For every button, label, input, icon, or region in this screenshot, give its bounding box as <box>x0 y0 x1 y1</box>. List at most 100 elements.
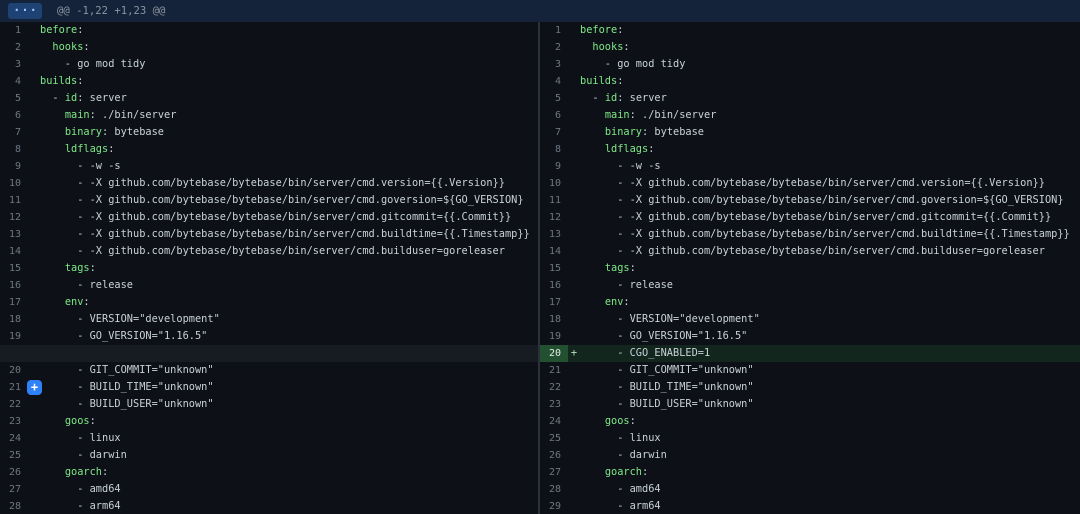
code-line: builds: <box>580 73 1080 90</box>
line-number[interactable]: 2 <box>540 39 568 56</box>
line-number[interactable]: 7 <box>540 124 568 141</box>
line-number[interactable]: 6 <box>0 107 28 124</box>
line-number[interactable]: 25 <box>540 430 568 447</box>
line-number[interactable]: 7 <box>0 124 28 141</box>
line-number[interactable]: 13 <box>540 226 568 243</box>
line-number[interactable]: 22 <box>540 379 568 396</box>
code-text: - release <box>40 279 133 291</box>
line-number[interactable]: 20 <box>0 362 28 379</box>
line-number[interactable]: 27 <box>0 481 28 498</box>
line-number[interactable]: 10 <box>540 175 568 192</box>
code-line: - amd64 <box>40 481 538 498</box>
code-text: - GO_VERSION="1.16.5" <box>580 330 747 342</box>
diff-sign <box>568 260 580 277</box>
add-comment-button[interactable]: + <box>27 380 42 395</box>
code-text <box>580 143 605 155</box>
code-text: - -X github.com/bytebase/bytebase/bin/se… <box>580 177 1045 189</box>
line-number[interactable]: 24 <box>0 430 28 447</box>
diff-row: 5 - id: server <box>0 90 538 107</box>
line-number[interactable]: 11 <box>540 192 568 209</box>
diff-row: 20 - GIT_COMMIT="unknown" <box>0 362 538 379</box>
line-number[interactable]: 15 <box>0 260 28 277</box>
code-line: main: ./bin/server <box>40 107 538 124</box>
line-number[interactable]: 10 <box>0 175 28 192</box>
line-number[interactable]: 16 <box>540 277 568 294</box>
line-number[interactable]: 14 <box>0 243 28 260</box>
line-number[interactable]: 8 <box>540 141 568 158</box>
line-number[interactable]: 19 <box>540 328 568 345</box>
line-number[interactable]: 9 <box>0 158 28 175</box>
yaml-key: binary <box>65 126 102 138</box>
line-number[interactable]: 3 <box>540 56 568 73</box>
code-text: - amd64 <box>580 483 661 495</box>
hunk-range-label: @@ -1,22 +1,23 @@ <box>57 5 165 17</box>
line-number[interactable]: 13 <box>0 226 28 243</box>
line-number[interactable]: 19 <box>0 328 28 345</box>
line-number[interactable]: 12 <box>0 209 28 226</box>
code-text: - VERSION="development" <box>40 313 220 325</box>
diff-sign <box>568 328 580 345</box>
line-number[interactable]: 28 <box>0 498 28 514</box>
line-number[interactable]: 29 <box>540 498 568 514</box>
line-number[interactable]: 16 <box>0 277 28 294</box>
line-number[interactable]: 6 <box>540 107 568 124</box>
diff-sign <box>28 464 40 481</box>
line-number[interactable]: 8 <box>0 141 28 158</box>
line-number[interactable]: 5 <box>0 90 28 107</box>
line-number[interactable]: 26 <box>0 464 28 481</box>
line-number[interactable]: 15 <box>540 260 568 277</box>
code-text: - go mod tidy <box>40 58 145 70</box>
code-line: tags: <box>580 260 1080 277</box>
line-number[interactable]: 18 <box>0 311 28 328</box>
code-text: - go mod tidy <box>580 58 685 70</box>
code-line: - -X github.com/bytebase/bytebase/bin/se… <box>580 192 1080 209</box>
code-line: - -X github.com/bytebase/bytebase/bin/se… <box>580 175 1080 192</box>
line-number[interactable]: 20 <box>540 345 568 362</box>
line-number[interactable]: 25 <box>0 447 28 464</box>
line-number[interactable]: 18 <box>540 311 568 328</box>
code-text: : <box>630 262 636 274</box>
line-number[interactable]: 4 <box>0 73 28 90</box>
code-text: : <box>617 24 623 36</box>
diff-row: 27 - amd64 <box>0 481 538 498</box>
line-number[interactable]: 26 <box>540 447 568 464</box>
line-number[interactable]: 27 <box>540 464 568 481</box>
code-line: goarch: <box>580 464 1080 481</box>
line-number[interactable]: 2 <box>0 39 28 56</box>
code-line: - release <box>40 277 538 294</box>
diff-row: 26 - darwin <box>540 447 1080 464</box>
line-number[interactable]: 22 <box>0 396 28 413</box>
diff-sign <box>28 260 40 277</box>
line-number[interactable]: 9 <box>540 158 568 175</box>
code-text: - -X github.com/bytebase/bytebase/bin/se… <box>40 194 524 206</box>
line-number[interactable]: 1 <box>0 22 28 39</box>
line-number[interactable]: 23 <box>540 396 568 413</box>
line-number[interactable]: 5 <box>540 90 568 107</box>
code-line: - arm64 <box>580 498 1080 514</box>
diff-sign <box>28 498 40 514</box>
line-number[interactable]: 1 <box>540 22 568 39</box>
line-number[interactable]: 17 <box>540 294 568 311</box>
diff-sign <box>568 413 580 430</box>
yaml-key: hooks <box>52 41 83 53</box>
line-number[interactable]: 21 <box>0 379 28 396</box>
line-number[interactable]: 24 <box>540 413 568 430</box>
line-number[interactable]: 23 <box>0 413 28 430</box>
code-text: : <box>630 415 636 427</box>
line-number[interactable]: 12 <box>540 209 568 226</box>
diff-sign <box>568 498 580 514</box>
line-number[interactable]: 21 <box>540 362 568 379</box>
line-number[interactable]: 17 <box>0 294 28 311</box>
code-line: - -w -s <box>40 158 538 175</box>
diff-sign <box>568 277 580 294</box>
code-text: - -w -s <box>40 160 121 172</box>
line-number[interactable]: 28 <box>540 481 568 498</box>
line-number[interactable]: 11 <box>0 192 28 209</box>
expand-hunk-button[interactable]: ··· <box>8 3 42 19</box>
code-text: - <box>40 92 65 104</box>
line-number[interactable]: 4 <box>540 73 568 90</box>
line-number[interactable]: 3 <box>0 56 28 73</box>
yaml-key: binary <box>605 126 642 138</box>
code-text: - GO_VERSION="1.16.5" <box>40 330 207 342</box>
line-number[interactable]: 14 <box>540 243 568 260</box>
